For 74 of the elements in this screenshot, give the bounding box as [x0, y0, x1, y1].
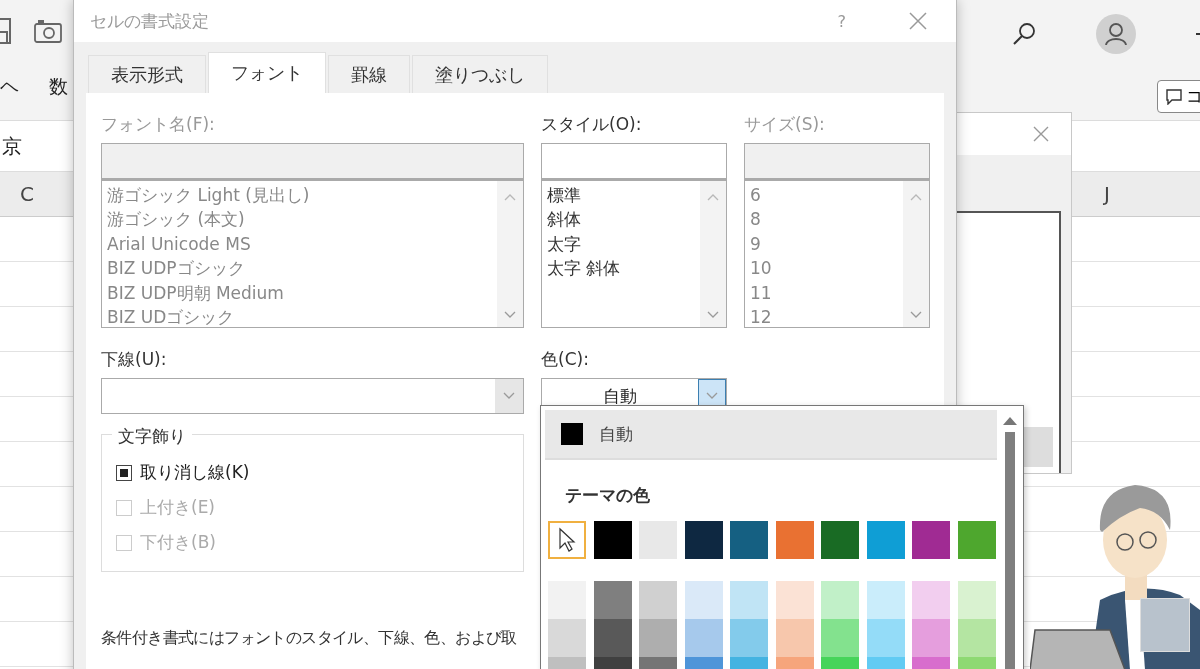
color-swatch[interactable] — [684, 619, 723, 657]
camera-icon[interactable] — [34, 19, 62, 43]
color-swatch[interactable] — [866, 581, 905, 619]
scroll-down-icon[interactable] — [910, 311, 922, 319]
color-swatch[interactable] — [957, 581, 996, 619]
color-swatch[interactable] — [730, 521, 768, 559]
color-swatch[interactable] — [775, 619, 814, 657]
list-item[interactable]: 太字 — [547, 231, 695, 257]
cursor-icon — [558, 527, 576, 553]
color-swatch[interactable] — [548, 619, 586, 657]
input-field[interactable] — [541, 143, 727, 179]
scroll-down-icon[interactable] — [707, 311, 719, 319]
search-icon[interactable] — [1012, 22, 1036, 46]
tab[interactable]: 表示形式 — [88, 55, 206, 93]
color-swatch[interactable] — [912, 619, 950, 657]
color-swatch[interactable] — [912, 521, 950, 559]
scroll-down-icon[interactable] — [504, 311, 516, 319]
color-swatch[interactable] — [730, 619, 768, 657]
comment-button[interactable]: コ — [1157, 80, 1200, 113]
color-swatch[interactable] — [593, 521, 632, 559]
list-item[interactable]: 斜体 — [547, 207, 695, 232]
color-swatch[interactable] — [912, 581, 950, 619]
chevron-down-icon[interactable] — [706, 392, 718, 400]
list-item[interactable]: 太字 斜体 — [547, 256, 695, 281]
color-swatch[interactable] — [730, 581, 768, 619]
group-title: 文字飾り — [112, 425, 192, 448]
color-swatch[interactable] — [866, 521, 905, 559]
field-label: スタイル(O): — [541, 113, 643, 136]
note-text: 条件付き書式にはフォントのスタイル、下線、色、および取 — [101, 628, 517, 649]
close-icon[interactable] — [1033, 126, 1049, 142]
color-swatch[interactable] — [548, 581, 586, 619]
checkbox-label[interactable]: 取り消し線(K) — [140, 461, 250, 484]
field-label: 下線(U): — [101, 348, 168, 371]
field-label: フォント名(F): — [101, 113, 216, 136]
input-field[interactable] — [744, 143, 930, 179]
close-icon[interactable] — [908, 11, 928, 31]
color-swatch[interactable] — [639, 619, 677, 657]
checkbox[interactable] — [116, 464, 132, 481]
underline-dropdown[interactable] — [101, 378, 524, 414]
column-header[interactable]: C — [0, 182, 34, 206]
video-thumbnail-placeholder — [1140, 598, 1190, 652]
section-heading: テーマの色 — [564, 484, 651, 507]
color-swatch[interactable] — [684, 521, 723, 559]
ribbon-tab[interactable]: 数 — [49, 74, 68, 100]
color-swatch[interactable] — [639, 581, 677, 619]
color-swatch[interactable] — [593, 581, 632, 619]
scrollbar-thumb[interactable] — [1005, 432, 1015, 669]
tab[interactable]: 罫線 — [328, 55, 410, 93]
column-header[interactable]: J — [1104, 182, 1110, 206]
list-item[interactable]: 標準 — [547, 183, 695, 208]
color-swatch[interactable] — [548, 521, 586, 559]
color-swatch[interactable] — [821, 581, 859, 619]
comment-icon — [1166, 88, 1182, 105]
color-swatch[interactable] — [821, 619, 859, 657]
field-label: サイズ(S): — [744, 113, 826, 136]
color-swatch[interactable] — [775, 521, 814, 559]
chevron-down-icon[interactable] — [503, 392, 515, 400]
formula-value: 京 — [2, 132, 22, 160]
save-icon[interactable] — [0, 18, 12, 44]
color-swatch[interactable] — [775, 581, 814, 619]
color-swatch[interactable] — [684, 581, 723, 619]
ribbon-tab[interactable]: ヘ — [0, 74, 19, 100]
color-swatch[interactable] — [866, 619, 905, 657]
color-swatch[interactable] — [593, 619, 632, 657]
avatar-icon[interactable] — [1096, 14, 1136, 54]
dialog-title: セルの書式設定 — [90, 9, 210, 33]
tab[interactable]: フォント — [208, 52, 326, 93]
automatic-color-item[interactable]: 自動 — [545, 410, 997, 460]
input-field[interactable] — [101, 143, 524, 179]
color-swatch[interactable] — [821, 521, 859, 559]
color-swatch[interactable] — [957, 619, 996, 657]
field-label: 色(C): — [541, 348, 590, 371]
tab[interactable]: 塗りつぶし — [412, 55, 548, 93]
color-swatch[interactable] — [957, 521, 996, 559]
